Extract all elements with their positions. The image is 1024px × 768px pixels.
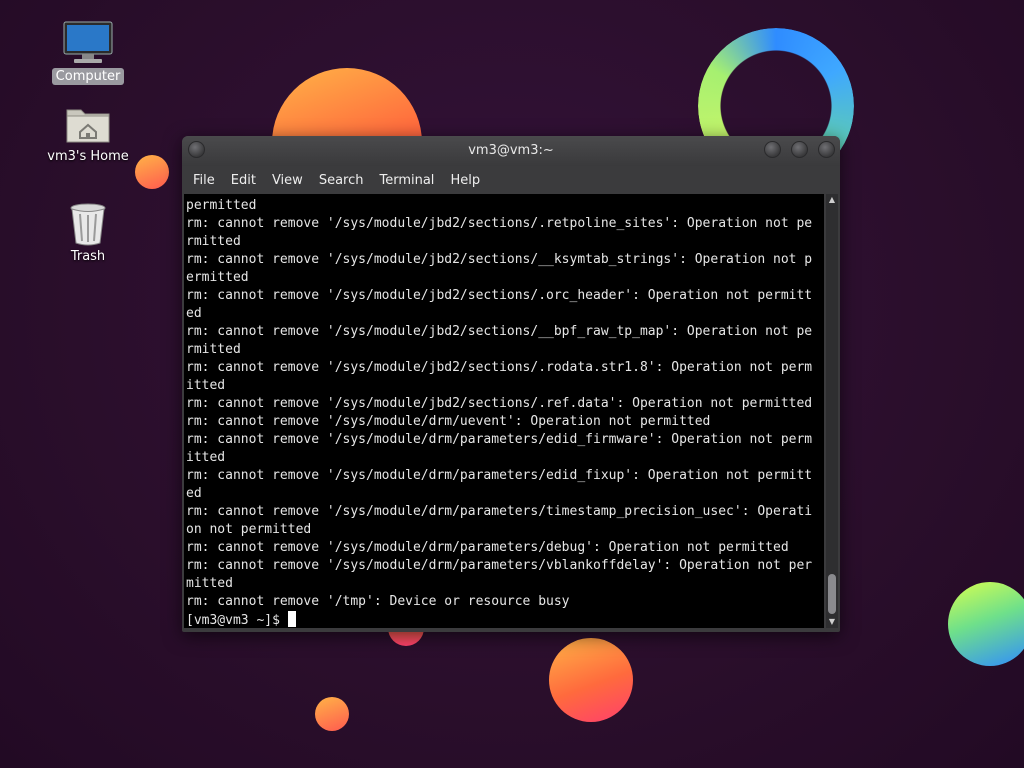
terminal-line: rm: cannot remove '/sys/module/jbd2/sect… xyxy=(186,216,813,231)
terminal-window: vm3@vm3:~ File Edit View Search Terminal… xyxy=(182,136,840,632)
terminal-line: rm: cannot remove '/sys/module/drm/param… xyxy=(186,558,813,573)
terminal-text: permitted rm: cannot remove '/sys/module/… xyxy=(184,194,824,628)
terminal-scrollbar[interactable]: ▲ ▼ xyxy=(826,194,838,628)
terminal-line: rm: cannot remove '/sys/module/jbd2/sect… xyxy=(186,288,813,303)
desktop-icon-computer[interactable]: Computer xyxy=(43,20,133,85)
terminal-line: rm: cannot remove '/sys/module/drm/ueven… xyxy=(186,414,711,429)
decor-bubble xyxy=(315,697,349,731)
desktop-icon-label: Computer xyxy=(51,68,125,85)
home-folder-icon xyxy=(66,109,110,143)
menu-bar: File Edit View Search Terminal Help xyxy=(182,166,840,194)
window-title: vm3@vm3:~ xyxy=(468,143,554,158)
menu-view[interactable]: View xyxy=(264,169,311,192)
terminal-line: permitted xyxy=(186,198,257,213)
desktop-icon-trash[interactable]: Trash xyxy=(43,202,133,265)
scroll-down-icon[interactable]: ▼ xyxy=(826,616,838,628)
menu-search[interactable]: Search xyxy=(311,169,372,192)
menu-terminal[interactable]: Terminal xyxy=(371,169,442,192)
terminal-line: rm: cannot remove '/sys/module/drm/param… xyxy=(186,504,813,519)
minimize-button[interactable] xyxy=(764,141,781,158)
terminal-line: itted xyxy=(186,378,226,393)
terminal-line: rm: cannot remove '/sys/module/jbd2/sect… xyxy=(186,396,813,411)
terminal-line: mitted xyxy=(186,576,233,591)
terminal-line: on not permitted xyxy=(186,522,312,537)
trash-icon xyxy=(70,203,106,246)
terminal-line: rm: cannot remove '/sys/module/drm/param… xyxy=(186,540,789,555)
terminal-line: rm: cannot remove '/tmp': Device or reso… xyxy=(186,594,570,609)
desktop-icon-label: vm3's Home xyxy=(47,149,129,164)
terminal-line: ed xyxy=(186,306,202,321)
terminal-line: rm: cannot remove '/sys/module/jbd2/sect… xyxy=(186,360,813,375)
terminal-line: ermitted xyxy=(186,270,249,285)
menu-help[interactable]: Help xyxy=(442,169,488,192)
terminal-line: rm: cannot remove '/sys/module/jbd2/sect… xyxy=(186,324,813,339)
terminal-line: rm: cannot remove '/sys/module/drm/param… xyxy=(186,432,813,447)
close-button[interactable] xyxy=(818,141,835,158)
window-titlebar[interactable]: vm3@vm3:~ xyxy=(182,136,840,166)
desktop-icon-label: Trash xyxy=(70,249,106,264)
terminal-line: itted xyxy=(186,450,226,465)
desktop-icon-home[interactable]: vm3's Home xyxy=(43,102,133,165)
maximize-button[interactable] xyxy=(791,141,808,158)
decor-bubble xyxy=(948,582,1024,666)
terminal-line: rm: cannot remove '/sys/module/drm/param… xyxy=(186,468,813,483)
terminal-line: rmitted xyxy=(186,234,241,249)
menu-edit[interactable]: Edit xyxy=(223,169,264,192)
terminal-output[interactable]: permitted rm: cannot remove '/sys/module/… xyxy=(184,194,824,628)
menu-file[interactable]: File xyxy=(185,169,223,192)
scroll-up-icon[interactable]: ▲ xyxy=(826,194,838,206)
terminal-line: rmitted xyxy=(186,342,241,357)
terminal-line: rm: cannot remove '/sys/module/jbd2/sect… xyxy=(186,252,813,267)
decor-bubble xyxy=(549,638,633,722)
scrollbar-thumb[interactable] xyxy=(828,574,836,614)
decor-bubble xyxy=(135,155,169,189)
computer-icon xyxy=(63,21,113,63)
shell-prompt: [vm3@vm3 ~]$ xyxy=(186,613,288,628)
text-cursor xyxy=(287,611,296,627)
terminal-prompt-line: [vm3@vm3 ~]$ xyxy=(186,611,824,628)
terminal-line: ed xyxy=(186,486,202,501)
